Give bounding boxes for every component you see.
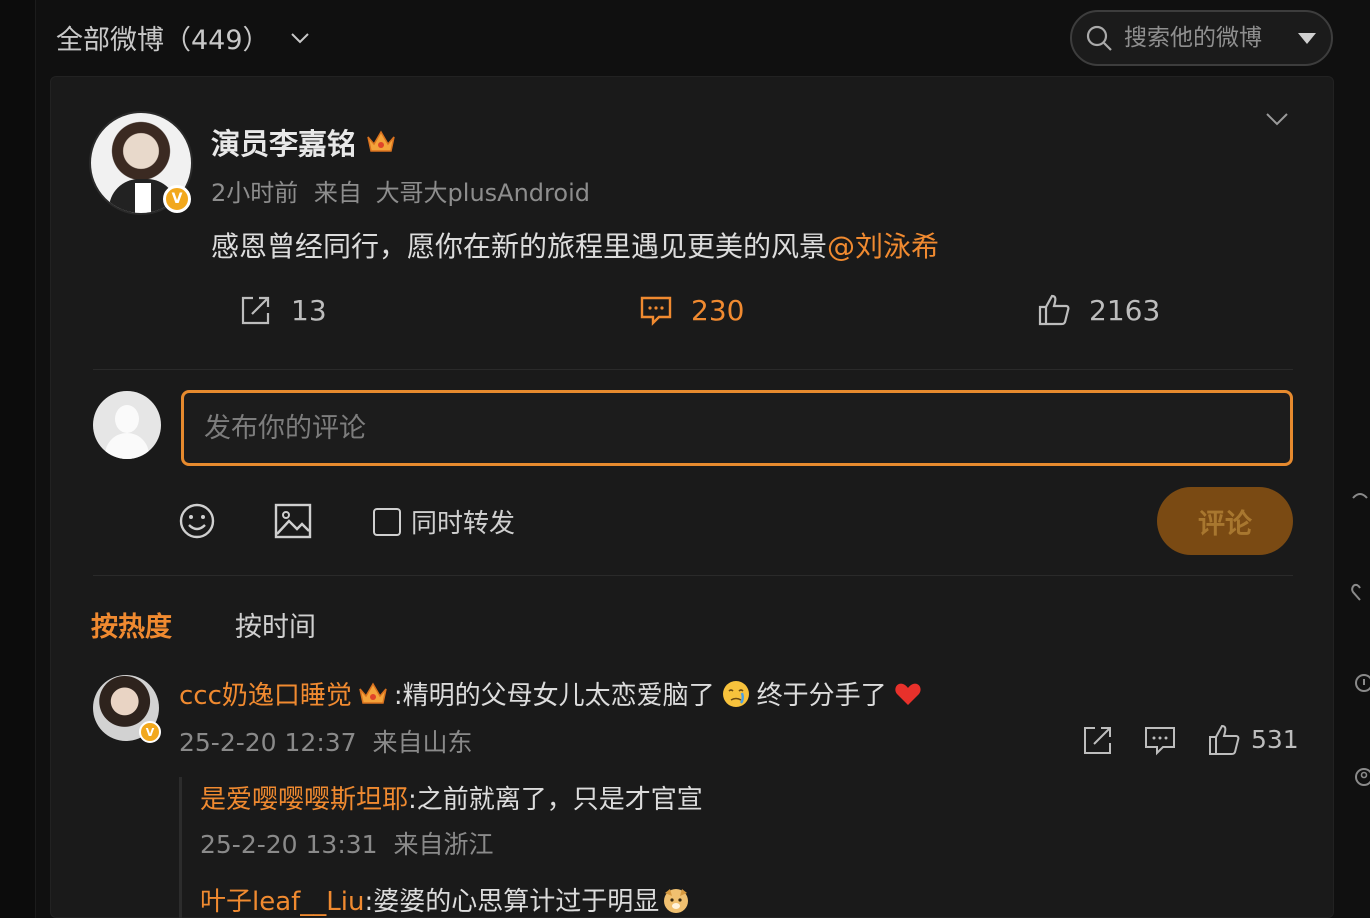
repost-icon[interactable] <box>1081 723 1115 757</box>
reply-text: :婆婆的心思算计过于明显 <box>364 887 660 917</box>
comment-time: 25-2-20 12:37 <box>179 728 357 757</box>
reply-author[interactable]: 叶子leaf__Liu <box>200 881 365 918</box>
reply-author[interactable]: 是爱嘤嘤嘤斯坦耶 <box>200 779 408 816</box>
comment-meta: 25-2-20 12:37 来自山东 <box>179 723 473 759</box>
post-card: V 演员李嘉铭 2小时前 来自 大哥大plusAndroid 感恩曾经同行，愿你… <box>50 76 1334 918</box>
search-input[interactable] <box>1124 25 1284 51</box>
crown-icon <box>359 682 387 704</box>
divider <box>93 369 1293 370</box>
post-source: 大哥大plusAndroid <box>375 179 590 207</box>
side-tool-icon[interactable] <box>1350 766 1370 788</box>
comment-input[interactable] <box>181 390 1293 466</box>
comment-text: :精明的父母女儿太恋爱脑了 <box>393 681 715 711</box>
like-icon <box>1038 294 1070 326</box>
emoji-icon[interactable] <box>177 501 217 541</box>
like-count: 2163 <box>1089 293 1161 327</box>
post-text: 感恩曾经同行，愿你在新的旅程里遇见更美的风景 <box>211 230 828 263</box>
repost-button[interactable]: 13 <box>239 293 327 327</box>
crown-icon <box>367 130 395 152</box>
repost-icon <box>241 296 270 325</box>
comment-text-2: 终于分手了 <box>756 681 887 711</box>
side-tool-icon[interactable] <box>1350 488 1370 510</box>
reply-line: 是爱嘤嘤嘤斯坦耶:之前就离了，只是才官宣 <box>200 779 703 816</box>
submit-comment-button[interactable]: 评论 <box>1157 487 1293 555</box>
topbar: 全部微博（449） <box>36 0 1346 76</box>
reply-location: 来自浙江 <box>393 830 494 859</box>
left-gutter <box>0 0 36 918</box>
comment-author[interactable]: ccc奶逸口睡觉 <box>179 675 352 712</box>
comment-icon <box>640 296 672 326</box>
repost-checkbox[interactable]: 同时转发 <box>373 503 515 540</box>
sort-by-hot-tab[interactable]: 按热度 <box>91 605 172 644</box>
comment-location: 来自山东 <box>372 728 473 757</box>
repost-checkbox-label: 同时转发 <box>411 509 516 539</box>
comment-line: ccc奶逸口睡觉 :精明的父母女儿太恋爱脑了 终于分手了 <box>179 675 923 712</box>
post-actions: 13 230 2163 <box>51 283 1335 343</box>
mention-link[interactable]: @刘泳希 <box>827 230 939 263</box>
current-user-avatar <box>93 391 161 459</box>
crying-face-icon <box>722 680 749 707</box>
like-icon[interactable] <box>1207 723 1241 757</box>
dropdown-triangle-icon[interactable] <box>1298 32 1316 44</box>
comment-icon[interactable] <box>1143 723 1177 757</box>
reply-meta: 25-2-20 13:31 来自浙江 <box>200 825 494 861</box>
feed-filter-label: 全部微博（449） <box>56 25 270 56</box>
reply-time: 25-2-20 13:31 <box>200 830 378 859</box>
reply-line: 叶子leaf__Liu:婆婆的心思算计过于明显 <box>200 881 691 918</box>
verified-icon: V <box>163 185 191 213</box>
search-box[interactable] <box>1070 10 1333 66</box>
reply-text: :之前就离了，只是才官宣 <box>408 785 703 815</box>
comment-like-count: 531 <box>1251 725 1299 754</box>
post-author-name: 演员李嘉铭 <box>211 127 357 161</box>
comment-button[interactable]: 230 <box>639 293 744 327</box>
post-body: 感恩曾经同行，愿你在新的旅程里遇见更美的风景@刘泳希 <box>211 225 939 265</box>
chevron-down-icon <box>290 32 309 43</box>
post-time: 2小时前 <box>211 179 299 207</box>
search-icon <box>1086 25 1112 51</box>
post-author[interactable]: 演员李嘉铭 <box>211 121 396 163</box>
heart-icon <box>895 683 921 705</box>
comment-count: 230 <box>691 293 745 327</box>
like-button[interactable]: 2163 <box>1037 293 1160 327</box>
image-icon[interactable] <box>273 501 313 541</box>
post-meta: 2小时前 来自 大哥大plusAndroid <box>211 173 590 208</box>
chevron-down-icon[interactable] <box>1263 105 1291 133</box>
side-tool-icon[interactable] <box>1350 672 1370 694</box>
checkbox-box[interactable] <box>373 507 401 536</box>
divider <box>93 575 1293 576</box>
feed-filter-dropdown[interactable]: 全部微博（449） <box>56 18 312 57</box>
post-source-prefix: 来自 <box>313 179 362 207</box>
reply-thread: 是爱嘤嘤嘤斯坦耶:之前就离了，只是才官宣 25-2-20 13:31 来自浙江 … <box>179 777 1279 918</box>
repost-count: 13 <box>291 293 327 327</box>
verified-icon: V <box>139 721 161 743</box>
sort-by-time-tab[interactable]: 按时间 <box>235 605 316 644</box>
dog-face-icon <box>664 888 689 913</box>
side-tool-icon[interactable] <box>1350 580 1370 602</box>
